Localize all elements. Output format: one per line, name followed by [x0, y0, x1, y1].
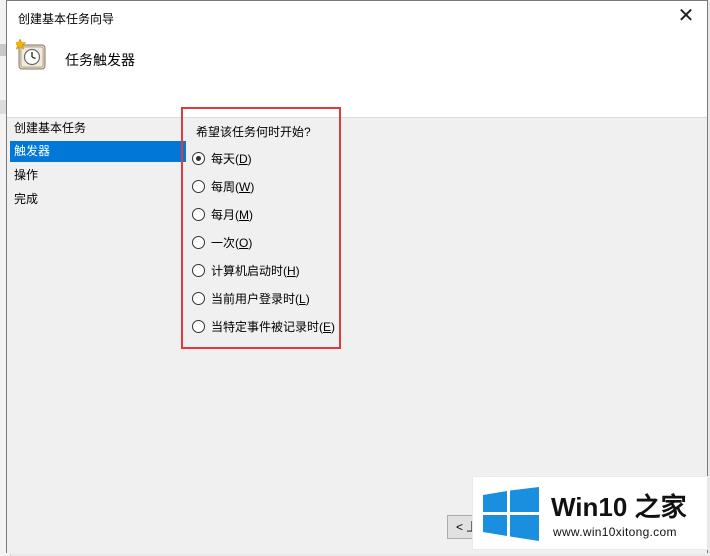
radio-checked-icon[interactable]: [192, 152, 205, 165]
trigger-question: 希望该任务何时开始?: [196, 125, 311, 139]
close-button[interactable]: ✕: [671, 3, 701, 29]
watermark-site-name: Win10 之家: [551, 492, 687, 522]
create-basic-task-wizard: 创建基本任务向导 ✕ 任务触发器 创建基本任务 触发器 操作 完成 希望该任务何…: [6, 0, 708, 554]
option-label: 当前用户登录时(L): [211, 292, 310, 306]
window-title: 创建基本任务向导: [18, 12, 115, 26]
step-create-basic-task[interactable]: 创建基本任务: [10, 118, 186, 139]
step-trigger[interactable]: 触发器: [10, 141, 186, 162]
windows-logo-icon: [479, 487, 543, 541]
close-icon: ✕: [677, 5, 695, 27]
title-bar[interactable]: 创建基本任务向导 ✕: [7, 1, 707, 31]
scheduled-task-clock-icon: [13, 38, 48, 71]
option-label: 一次(O): [211, 236, 253, 250]
step-finish[interactable]: 完成: [10, 189, 186, 210]
option-label: 每月(M): [211, 208, 253, 222]
watermark-url: www.win10xitong.com: [553, 525, 677, 539]
radio-unchecked-icon[interactable]: [192, 180, 205, 193]
watermark: Win10 之家 www.win10xitong.com: [472, 476, 708, 550]
radio-unchecked-icon[interactable]: [192, 236, 205, 249]
step-action[interactable]: 操作: [10, 165, 186, 186]
option-label: 每天(D): [211, 152, 252, 166]
radio-unchecked-icon[interactable]: [192, 208, 205, 221]
radio-unchecked-icon[interactable]: [192, 320, 205, 333]
radio-unchecked-icon[interactable]: [192, 264, 205, 277]
radio-unchecked-icon[interactable]: [192, 292, 205, 305]
option-label: 当特定事件被记录时(E): [211, 320, 336, 334]
page-title: 任务触发器: [65, 52, 135, 68]
option-label: 每周(W): [211, 180, 255, 194]
option-label: 计算机启动时(H): [211, 264, 300, 278]
